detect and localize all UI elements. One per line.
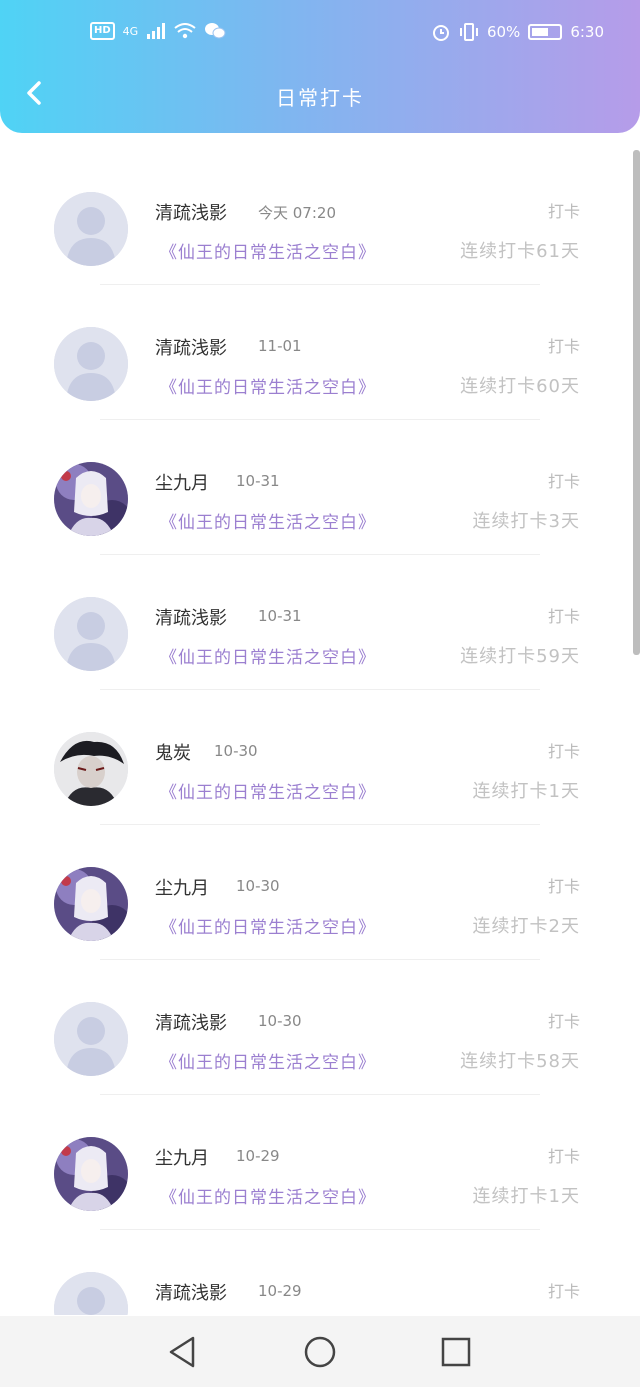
user-name: 清疏浅影 [155,1283,227,1304]
checkin-label: 打卡 [547,1282,580,1301]
avatar[interactable] [54,867,128,941]
checkin-label: 打卡 [547,742,580,761]
avatar[interactable] [54,1137,128,1211]
checkin-label: 打卡 [547,202,580,221]
checkin-label: 打卡 [547,607,580,626]
checkin-time: 10-29 [258,1282,302,1300]
avatar[interactable] [54,192,128,266]
list-item[interactable]: 鬼炭 10-30 打卡《仙王的日常生活之空白》 连续打卡1天 [0,690,640,825]
wechat-icon [205,23,226,39]
checkin-list[interactable]: 清疏浅影 今天 07:20 打卡 《仙王的日常生活之空白》 连续打卡61天 清疏浅影 11-… [0,150,640,1315]
streak-count: 连续打卡58天 [460,1051,580,1072]
list-item[interactable]: 清疏浅影 10-30 打卡《仙王的日常生活之空白》 连续打卡58天 [0,960,640,1095]
hd-badge: HD [90,22,115,40]
system-nav-bar [0,1316,640,1387]
list-item[interactable]: 尘九月 10-29 打卡《仙王的日常生活之空白》 连续打卡1天 [0,1095,640,1230]
list-item[interactable]: 清疏浅影 10-29 打卡 [0,1230,640,1315]
user-name: 清疏浅影 [155,608,227,629]
vibrate-icon [459,23,478,41]
book-title[interactable]: 《仙王的日常生活之空白》 [160,373,376,398]
book-title[interactable]: 《仙王的日常生活之空白》 [160,1048,376,1073]
checkin-label: 打卡 [547,1147,580,1166]
book-title[interactable]: 《仙王的日常生活之空白》 [160,508,376,533]
clock: 6:30 [570,23,604,41]
checkin-time: 10-31 [236,472,280,490]
battery-icon [528,24,563,40]
avatar[interactable] [54,327,128,401]
list-item[interactable]: 尘九月 10-31 打卡《仙王的日常生活之空白》 连续打卡3天 [0,420,640,555]
streak-count: 连续打卡1天 [472,781,580,802]
book-title[interactable]: 《仙王的日常生活之空白》 [160,778,376,803]
checkin-label: 打卡 [547,1012,580,1031]
checkin-time: 10-31 [258,607,302,625]
user-name: 清疏浅影 [155,338,227,359]
book-title[interactable]: 《仙王的日常生活之空白》 [160,1183,376,1208]
user-name: 鬼炭 [155,743,191,764]
user-name: 清疏浅影 [155,1013,227,1034]
checkin-time: 今天 07:20 [258,204,336,222]
avatar[interactable] [54,732,128,806]
status-bar: HD 4G 60% 6:30 [0,22,640,52]
list-item[interactable]: 尘九月 10-30 打卡《仙王的日常生活之空白》 连续打卡2天 [0,825,640,960]
user-name: 清疏浅影 [155,203,227,224]
user-name: 尘九月 [155,878,209,899]
list-item[interactable]: 清疏浅影 10-31 打卡《仙王的日常生活之空白》 连续打卡59天 [0,555,640,690]
streak-count: 连续打卡3天 [472,511,580,532]
network-type: 4G [122,24,139,38]
battery-percent: 60% [486,23,521,41]
book-title[interactable]: 《仙王的日常生活之空白》 [160,643,376,668]
checkin-label: 打卡 [547,877,580,896]
avatar[interactable] [54,597,128,671]
scrollbar[interactable] [633,150,640,655]
streak-count: 连续打卡2天 [472,916,580,937]
alarm-icon [432,25,449,41]
list-item[interactable]: 清疏浅影 今天 07:20 打卡《仙王的日常生活之空白》 连续打卡61天 [0,150,640,285]
book-title[interactable]: 《仙王的日常生活之空白》 [160,913,376,938]
avatar[interactable] [54,1272,128,1315]
header-bar: HD 4G 60% 6:30 日常打卡 [0,0,640,133]
checkin-label: 打卡 [547,337,580,356]
streak-count: 连续打卡59天 [460,646,580,667]
list-item[interactable]: 清疏浅影 11-01 打卡《仙王的日常生活之空白》 连续打卡60天 [0,285,640,420]
triangle-back-icon[interactable] [165,1334,201,1370]
checkin-time: 10-29 [236,1147,280,1165]
signal-icon [147,23,166,39]
streak-count: 连续打卡1天 [472,1186,580,1207]
wifi-icon [174,23,196,39]
checkin-time: 10-30 [236,877,280,895]
checkin-time: 10-30 [214,742,258,760]
square-recents-icon[interactable] [438,1334,474,1370]
checkin-label: 打卡 [547,472,580,491]
streak-count: 连续打卡61天 [460,241,580,262]
avatar[interactable] [54,462,128,536]
streak-count: 连续打卡60天 [460,376,580,397]
page-title: 日常打卡 [276,86,364,110]
book-title[interactable]: 《仙王的日常生活之空白》 [160,238,376,263]
user-name: 尘九月 [155,473,209,494]
checkin-time: 10-30 [258,1012,302,1030]
checkin-time: 11-01 [258,337,302,355]
avatar[interactable] [54,1002,128,1076]
circle-home-icon[interactable] [302,1334,338,1370]
user-name: 尘九月 [155,1148,209,1169]
